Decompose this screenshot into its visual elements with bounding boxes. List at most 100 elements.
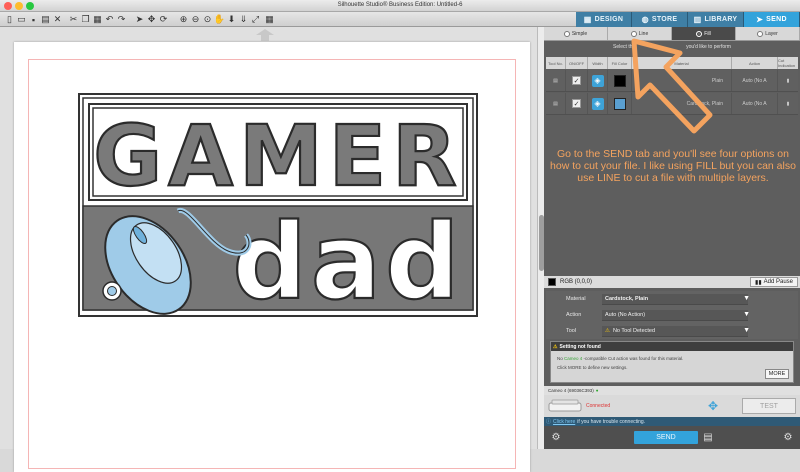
device-status-bar: Cameo 4 (69036C393) ●: [544, 386, 800, 395]
tool-value: No Tool Detected: [612, 327, 656, 334]
open-folder-icon[interactable]: ▭: [16, 14, 27, 25]
action-label: Action: [566, 312, 582, 318]
main-tabs: ▦ DESIGN ◍ STORE ▥ LIBRARY ➤ SEND: [576, 12, 800, 27]
select-icon[interactable]: ➤: [134, 14, 145, 25]
design-top-word: GAMER: [93, 107, 463, 205]
help-text: if you have trouble connecting.: [577, 418, 646, 425]
tutorial-arrow-icon: [631, 38, 713, 134]
gamer-dad-design[interactable]: GAMER dad: [78, 93, 478, 317]
save-icon[interactable]: ▪: [28, 14, 39, 25]
design-bottom-word: dad: [232, 201, 463, 317]
col-on-off: ON/OFF: [566, 57, 588, 69]
grid-icon: ▦: [583, 15, 592, 24]
chevron-down-icon: ▼: [743, 326, 750, 334]
action-select[interactable]: Auto (No Action) ▼: [602, 309, 750, 321]
col-action: Action: [732, 57, 778, 69]
tool-number-icon: ▤: [546, 70, 566, 91]
minimize-window-button[interactable]: [15, 2, 23, 10]
move-blade-icon[interactable]: ✥: [708, 399, 718, 413]
mode-layer[interactable]: Layer: [736, 27, 800, 40]
tab-send-label: SEND: [766, 16, 787, 23]
row-action[interactable]: Auto (No A: [732, 93, 778, 114]
rotate-icon[interactable]: ⟳: [158, 14, 169, 25]
warning-line1-post: -compatible Cut action was found for thi…: [582, 356, 684, 361]
tab-design-label: DESIGN: [594, 16, 624, 23]
more-button[interactable]: MORE: [765, 369, 789, 379]
fit-page-icon[interactable]: ⤢: [250, 14, 261, 25]
zoom-fit-icon[interactable]: ⊙: [202, 14, 213, 25]
connected-check-icon: ●: [595, 388, 599, 393]
warning-device-name: Cameo 4: [564, 356, 583, 361]
warning-icon: ⚠: [553, 343, 558, 350]
paste-icon[interactable]: ▦: [92, 14, 103, 25]
pan-icon[interactable]: ✥: [146, 14, 157, 25]
warning-icon: ⚠: [605, 327, 610, 334]
fill-action-icon[interactable]: ◈: [591, 74, 604, 87]
send-button[interactable]: SEND: [634, 431, 698, 444]
row-action[interactable]: Auto (No A: [732, 70, 778, 91]
maximize-window-button[interactable]: [26, 2, 34, 10]
row-enable-checkbox[interactable]: ✓: [572, 99, 581, 108]
new-document-icon[interactable]: ▯: [4, 14, 15, 25]
feed-direction-arrow-icon: [256, 29, 274, 41]
cut-icon[interactable]: ✂: [68, 14, 79, 25]
preferences-gear-icon[interactable]: ⚙: [782, 431, 794, 443]
tool-number-icon: ▤: [546, 93, 566, 114]
row-enable-checkbox[interactable]: ✓: [572, 76, 581, 85]
tab-store[interactable]: ◍ STORE: [632, 12, 688, 27]
copy-icon[interactable]: ❐: [80, 14, 91, 25]
send-icon: ➤: [756, 15, 764, 24]
device-name[interactable]: Cameo 4 (69036C393): [548, 388, 594, 393]
library-icon: ▥: [693, 15, 702, 24]
radio-icon: [563, 30, 570, 37]
cutter-device-icon: [548, 399, 582, 412]
chevron-down-icon: ▼: [743, 310, 750, 318]
selected-color-bar: RGB (0,0,0) ▮▮ Add Pause: [544, 276, 800, 288]
device-area: Connected ✥ TEST: [544, 395, 800, 417]
device-status: Connected: [586, 403, 611, 409]
tab-send[interactable]: ➤ SEND: [744, 12, 800, 27]
mode-simple-label: Simple: [571, 30, 588, 37]
col-cut-indication: Cut Indication: [778, 58, 796, 68]
warning-message: No Cameo 4 -compatible Cut action was fo…: [551, 351, 793, 372]
redo-icon[interactable]: ↷: [116, 14, 127, 25]
chevron-down-icon: ▼: [743, 294, 750, 302]
globe-icon: ◍: [641, 15, 649, 24]
material-value: Cardstock, Plain: [605, 295, 649, 302]
warning-header: ⚠ Setting not found: [551, 342, 793, 351]
tool-label: Tool: [566, 328, 577, 334]
tab-design[interactable]: ▦ DESIGN: [576, 12, 632, 27]
delete-icon[interactable]: ✕: [52, 14, 63, 25]
selected-color-swatch: [548, 278, 556, 286]
print-icon[interactable]: ▤: [40, 14, 51, 25]
col-width: Width: [588, 57, 608, 69]
hand-icon[interactable]: ✋: [214, 14, 225, 25]
setting-warning: ⚠ Setting not found No Cameo 4 -compatibl…: [550, 341, 794, 383]
canvas-vertical-scrollbar[interactable]: [537, 27, 544, 449]
mode-simple[interactable]: Simple: [544, 27, 608, 40]
window-title: Silhouette Studio® Business Edition: Unt…: [337, 2, 463, 8]
help-link[interactable]: Click here: [553, 419, 575, 425]
undo-icon[interactable]: ↶: [104, 14, 115, 25]
add-pause-button[interactable]: ▮▮ Add Pause: [750, 277, 798, 287]
settings-gear-icon[interactable]: ⚙: [550, 431, 562, 443]
info-icon: ⓘ: [546, 419, 552, 425]
grid-icon[interactable]: ▦: [264, 14, 275, 25]
tutorial-annotation: Go to the SEND tab and you'll see four o…: [550, 148, 796, 184]
warning-line2: Click MORE to define new settings.: [557, 365, 628, 370]
design-canvas[interactable]: GAMER dad: [0, 27, 537, 472]
zoom-out-icon[interactable]: ⊖: [190, 14, 201, 25]
material-select[interactable]: Cardstock, Plain ▼: [602, 293, 750, 305]
cut-indication-icon: ▮: [786, 100, 790, 107]
tab-library[interactable]: ▥ LIBRARY: [688, 12, 744, 27]
close-window-button[interactable]: [4, 2, 12, 10]
fill-action-icon[interactable]: ◈: [591, 97, 604, 110]
zoom-in-icon[interactable]: ⊕: [178, 14, 189, 25]
cut-settings: Material Cardstock, Plain ▼ Action Auto (…: [546, 291, 798, 339]
test-button[interactable]: TEST: [742, 398, 796, 414]
tab-library-label: LIBRARY: [704, 16, 738, 23]
device-list-icon[interactable]: ▤: [702, 431, 714, 443]
move-down-icon[interactable]: ⬇: [226, 14, 237, 25]
tool-select[interactable]: ⚠ No Tool Detected ▼: [602, 325, 750, 337]
move-down-alt-icon[interactable]: ⇓: [238, 14, 249, 25]
